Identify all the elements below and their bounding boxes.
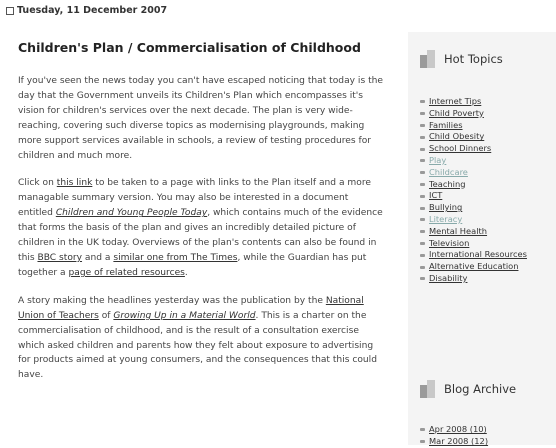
archive-list: Apr 2008 (10) Mar 2008 (12) bbox=[420, 424, 488, 448]
bullet-icon bbox=[420, 440, 425, 444]
this-link[interactable]: this link bbox=[57, 178, 93, 188]
bullet-icon bbox=[420, 428, 425, 432]
children-young-people-link[interactable]: Children and Young People Today bbox=[56, 208, 207, 218]
related-resources-link[interactable]: page of related resources bbox=[69, 268, 185, 278]
text: of bbox=[98, 310, 114, 321]
bullet-icon bbox=[420, 147, 425, 151]
bullet-icon bbox=[420, 253, 425, 257]
topic-link[interactable]: Disability bbox=[429, 273, 467, 285]
topic-link[interactable]: International Resources bbox=[429, 249, 527, 261]
topic-link[interactable]: School Dinners bbox=[429, 143, 491, 155]
topic-item[interactable]: Child Poverty bbox=[420, 108, 527, 120]
post-title[interactable]: Children's Plan / Commercialisation of C… bbox=[18, 40, 361, 55]
topics-block-icon bbox=[420, 50, 438, 68]
bullet-icon bbox=[420, 182, 425, 186]
blog-archive-heading: Blog Archive bbox=[420, 380, 516, 398]
post-date-text: Tuesday, 11 December 2007 bbox=[17, 5, 168, 16]
topic-link[interactable]: Play bbox=[429, 155, 446, 167]
text: . This is a charter on the commercialisa… bbox=[18, 310, 377, 381]
topic-item[interactable]: Mental Health bbox=[420, 226, 527, 238]
date-bullet-icon bbox=[6, 6, 14, 15]
topic-item[interactable]: Disability bbox=[420, 273, 527, 285]
topic-item[interactable]: Internet Tips bbox=[420, 96, 527, 108]
topic-item[interactable]: Child Obesity bbox=[420, 131, 527, 143]
topic-item[interactable]: School Dinners bbox=[420, 143, 527, 155]
archive-link[interactable]: Apr 2008 (10) bbox=[429, 424, 487, 436]
bullet-icon bbox=[420, 241, 425, 245]
topic-item[interactable]: Bullying bbox=[420, 202, 527, 214]
bullet-icon bbox=[420, 159, 425, 163]
topic-item[interactable]: ICT bbox=[420, 190, 527, 202]
topic-link[interactable]: Child Poverty bbox=[429, 108, 484, 120]
bullet-icon bbox=[420, 206, 425, 210]
sidebar: Hot Topics Internet Tips Child Poverty F… bbox=[408, 0, 556, 448]
topic-item[interactable]: Television bbox=[420, 238, 527, 250]
bullet-icon bbox=[420, 135, 425, 139]
bbc-story-link[interactable]: BBC story bbox=[37, 253, 82, 263]
sidebar-top-band bbox=[408, 0, 556, 32]
topic-link[interactable]: Bullying bbox=[429, 202, 462, 214]
archive-item[interactable]: Mar 2008 (12) bbox=[420, 436, 488, 448]
bullet-icon bbox=[420, 194, 425, 198]
post-paragraph-3: A story making the headlines yesterday w… bbox=[18, 294, 383, 383]
topic-link[interactable]: Literacy bbox=[429, 214, 462, 226]
bullet-icon bbox=[420, 265, 425, 269]
post-date: Tuesday, 11 December 2007 bbox=[6, 5, 167, 16]
topic-link[interactable]: Childcare bbox=[429, 167, 468, 179]
hot-topics-heading: Hot Topics bbox=[420, 50, 503, 68]
topic-item[interactable]: Teaching bbox=[420, 179, 527, 191]
text: and a bbox=[82, 252, 114, 263]
topic-item[interactable]: Literacy bbox=[420, 214, 527, 226]
bullet-icon bbox=[420, 112, 425, 116]
bullet-icon bbox=[420, 218, 425, 222]
bullet-icon bbox=[420, 171, 425, 175]
topic-item[interactable]: Play bbox=[420, 155, 527, 167]
text: . bbox=[184, 267, 188, 278]
topic-link[interactable]: Child Obesity bbox=[429, 131, 484, 143]
bullet-icon bbox=[420, 230, 425, 234]
hot-topics-title: Hot Topics bbox=[444, 52, 503, 66]
archive-item[interactable]: Apr 2008 (10) bbox=[420, 424, 488, 436]
post-body: If you've seen the news today you can't … bbox=[18, 74, 383, 396]
growing-up-link[interactable]: Growing Up in a Material World bbox=[113, 311, 255, 321]
bullet-icon bbox=[420, 277, 425, 281]
topic-link[interactable]: ICT bbox=[429, 190, 442, 202]
blog-archive-title: Blog Archive bbox=[444, 382, 517, 396]
hot-topics-list: Internet Tips Child Poverty Families Chi… bbox=[420, 96, 527, 285]
topic-link[interactable]: Families bbox=[429, 120, 463, 132]
archive-link[interactable]: Mar 2008 (12) bbox=[429, 436, 488, 448]
topic-item[interactable]: International Resources bbox=[420, 249, 527, 261]
text: A story making the headlines yesterday w… bbox=[18, 295, 326, 306]
bullet-icon bbox=[420, 100, 425, 104]
topic-item[interactable]: Alternative Education bbox=[420, 261, 527, 273]
post-paragraph-1: If you've seen the news today you can't … bbox=[18, 76, 384, 161]
topic-item[interactable]: Families bbox=[420, 120, 527, 132]
times-link[interactable]: similar one from The Times bbox=[113, 253, 237, 263]
archive-block-icon bbox=[420, 380, 438, 398]
topic-link[interactable]: Mental Health bbox=[429, 226, 487, 238]
topic-link[interactable]: Alternative Education bbox=[429, 261, 518, 273]
bullet-icon bbox=[420, 123, 425, 127]
topic-item[interactable]: Childcare bbox=[420, 167, 527, 179]
text: Click on bbox=[18, 178, 57, 189]
topic-link[interactable]: Internet Tips bbox=[429, 96, 481, 108]
topic-link[interactable]: Teaching bbox=[429, 179, 466, 191]
topic-link[interactable]: Television bbox=[429, 238, 469, 250]
post-paragraph-2: Click on this link to be taken to a page… bbox=[18, 176, 383, 280]
